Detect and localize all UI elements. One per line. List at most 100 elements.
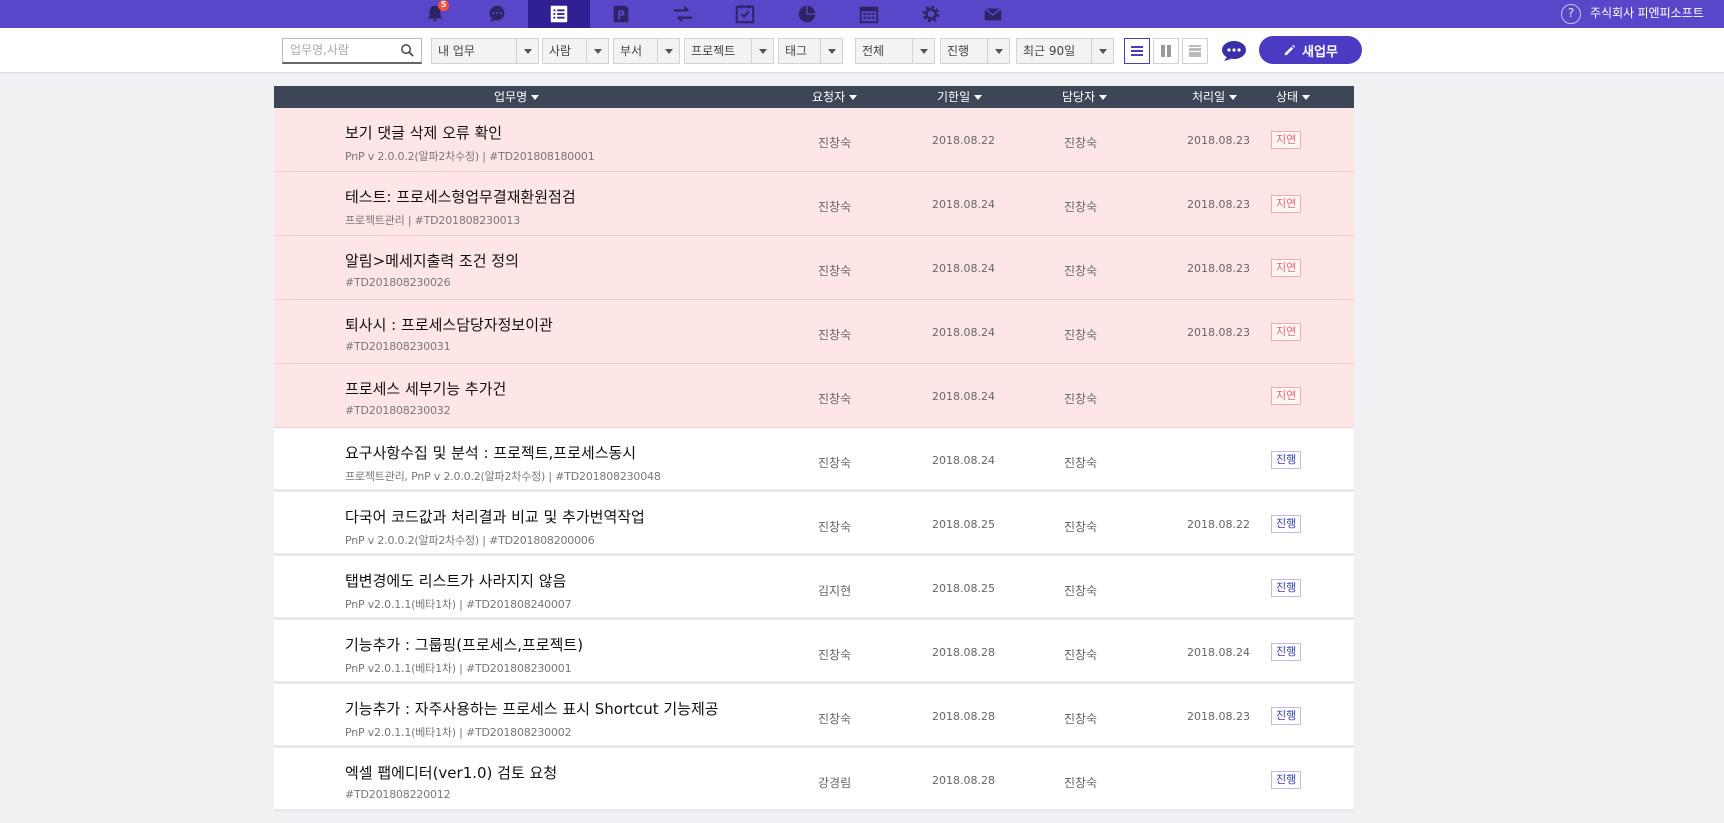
calendar-view-icon xyxy=(1189,45,1201,57)
status-badge: 지연 xyxy=(1271,323,1302,341)
chevron-down-icon xyxy=(987,39,1009,63)
calendar-view-button[interactable] xyxy=(1182,38,1208,64)
top-nav-bar: 5 ? 주식회사 피엔피소프트 xyxy=(0,0,1724,28)
task-title[interactable]: 프로세스 세부기능 추가건 xyxy=(345,378,506,399)
table-row[interactable]: 탭변경에도 리스트가 사라지지 않음 PnP v2.0.1.1(베타1차) | #… xyxy=(274,556,1354,620)
owner-cell: 진창숙 xyxy=(1064,584,1098,598)
chevron-down-icon xyxy=(751,39,773,63)
done-date-cell: 2018.08.23 xyxy=(1187,710,1250,723)
tag-dropdown[interactable]: 태그 xyxy=(778,38,843,64)
period-dropdown[interactable]: 최근 90일 xyxy=(1016,38,1114,64)
due-date-cell: 2018.08.25 xyxy=(932,518,995,531)
scope-dropdown[interactable]: 내 업무 xyxy=(431,38,539,64)
task-subinfo: 프로젝트관리, PnP v 2.0.0.2(알파2차수정) | #TD20180… xyxy=(345,470,661,483)
task-title[interactable]: 퇴사시 : 프로세스담당자정보이관 xyxy=(345,314,553,335)
column-view-icon xyxy=(1161,45,1171,57)
header-requester[interactable]: 요청자 xyxy=(812,86,857,108)
task-title[interactable]: 요구사항수집 및 분석 : 프로젝트,프로세스동시 xyxy=(345,442,636,463)
chevron-down-icon xyxy=(820,39,842,63)
all-filter-dropdown[interactable]: 전체 xyxy=(855,38,935,64)
done-date-cell: 2018.08.23 xyxy=(1187,326,1250,339)
header-done-date[interactable]: 처리일 xyxy=(1192,86,1237,108)
task-table: 업무명 요청자 기한일 담당자 처리일 상태 보기 댓글 삭제 오류 확인 PnP… xyxy=(274,86,1354,812)
requester-cell: 진창숙 xyxy=(818,392,852,406)
task-title[interactable]: 탭변경에도 리스트가 사라지지 않음 xyxy=(345,570,566,591)
project-dropdown[interactable]: 프로젝트 xyxy=(684,38,774,64)
department-dropdown[interactable]: 부서 xyxy=(613,38,680,64)
table-row[interactable]: 엑셀 팹에디터(ver1.0) 검토 요청 #TD201808220012 강경림 2… xyxy=(274,748,1354,812)
search-icon[interactable] xyxy=(400,43,415,58)
owner-cell: 진창숙 xyxy=(1064,328,1098,342)
status-badge: 진행 xyxy=(1271,707,1302,725)
table-row[interactable]: 퇴사시 : 프로세스담당자정보이관 #TD201808230031 진창숙 2018.… xyxy=(274,300,1354,364)
owner-cell: 진창숙 xyxy=(1064,648,1098,662)
due-date-cell: 2018.08.24 xyxy=(932,262,995,275)
mail-icon[interactable] xyxy=(962,0,1024,28)
task-title[interactable]: 보기 댓글 삭제 오류 확인 xyxy=(345,122,502,143)
chevron-down-icon xyxy=(912,39,934,63)
owner-cell: 진창숙 xyxy=(1064,264,1098,278)
task-subinfo: #TD201808230031 xyxy=(345,340,451,353)
table-row[interactable]: 보기 댓글 삭제 오류 확인 PnP v 2.0.0.2(알파2차수정) | #T… xyxy=(274,108,1354,172)
settings-gear-icon[interactable] xyxy=(900,0,962,28)
filter-toolbar: 내 업무 사람 부서 프로젝트 태그 전체 진행 최근 90일 새업무 xyxy=(0,28,1724,73)
table-row[interactable]: 알림>메세지출력 조건 정의 #TD201808230026 진창숙 2018.08.… xyxy=(274,236,1354,300)
header-status[interactable]: 상태 xyxy=(1276,86,1310,108)
checkbox-icon[interactable] xyxy=(714,0,776,28)
calendar-icon[interactable] xyxy=(838,0,900,28)
project-p-icon[interactable] xyxy=(590,0,652,28)
requester-cell: 진창숙 xyxy=(818,456,852,470)
header-task-name[interactable]: 업무명 xyxy=(494,86,539,108)
person-dropdown[interactable]: 사람 xyxy=(542,38,609,64)
owner-cell: 진창숙 xyxy=(1064,200,1098,214)
task-title[interactable]: 알림>메세지출력 조건 정의 xyxy=(345,250,519,271)
search-input[interactable] xyxy=(290,39,400,61)
notification-bell-icon[interactable]: 5 xyxy=(404,0,466,28)
transfer-arrows-icon[interactable] xyxy=(652,0,714,28)
header-due-date[interactable]: 기한일 xyxy=(937,86,982,108)
owner-cell: 진창숙 xyxy=(1064,136,1098,150)
task-subinfo: #TD201808230032 xyxy=(345,404,451,417)
help-icon[interactable]: ? xyxy=(1561,4,1581,24)
due-date-cell: 2018.08.24 xyxy=(932,454,995,467)
status-badge: 지연 xyxy=(1271,131,1302,149)
due-date-cell: 2018.08.24 xyxy=(932,198,995,211)
table-header: 업무명 요청자 기한일 담당자 처리일 상태 xyxy=(274,86,1354,108)
due-date-cell: 2018.08.22 xyxy=(932,134,995,147)
task-title[interactable]: 엑셀 팹에디터(ver1.0) 검토 요청 xyxy=(345,762,557,783)
table-row[interactable]: 테스트: 프로세스형업무결재환원점검 프로젝트관리 | #TD2018082300… xyxy=(274,172,1354,236)
state-dropdown[interactable]: 진행 xyxy=(940,38,1010,64)
new-task-button[interactable]: 새업무 xyxy=(1259,36,1362,64)
done-date-cell: 2018.08.22 xyxy=(1187,518,1250,531)
task-subinfo: PnP v2.0.1.1(베타1차) | #TD201808230002 xyxy=(345,726,572,739)
table-row[interactable]: 프로세스 세부기능 추가건 #TD201808230032 진창숙 2018.08.2… xyxy=(274,364,1354,428)
header-owner[interactable]: 담당자 xyxy=(1062,86,1107,108)
task-subinfo: PnP v2.0.1.1(베타1차) | #TD201808230001 xyxy=(345,662,572,675)
chat-bubble-icon[interactable] xyxy=(466,0,528,28)
task-title[interactable]: 다국어 코드값과 처리결과 비교 및 추가번역작업 xyxy=(345,506,645,527)
due-date-cell: 2018.08.28 xyxy=(932,710,995,723)
table-row[interactable]: 기능추가 : 자주사용하는 프로세스 표시 Shortcut 기능제공 PnP v… xyxy=(274,684,1354,748)
pencil-icon xyxy=(1284,44,1296,55)
messenger-chat-icon[interactable] xyxy=(1221,40,1247,62)
task-subinfo: PnP v 2.0.0.2(알파2차수정) | #TD201808200006 xyxy=(345,534,595,547)
task-title[interactable]: 테스트: 프로세스형업무결재환원점검 xyxy=(345,186,576,207)
due-date-cell: 2018.08.28 xyxy=(932,646,995,659)
search-box xyxy=(282,38,422,64)
table-row[interactable]: 다국어 코드값과 처리결과 비교 및 추가번역작업 PnP v 2.0.0.2(알… xyxy=(274,492,1354,556)
task-list-icon[interactable] xyxy=(528,0,590,28)
owner-cell: 진창숙 xyxy=(1064,712,1098,726)
list-view-button[interactable] xyxy=(1124,38,1150,64)
company-name[interactable]: 주식회사 피엔피소프트 xyxy=(1590,0,1704,28)
requester-cell: 진창숙 xyxy=(818,328,852,342)
task-subinfo: #TD201808230026 xyxy=(345,276,451,289)
column-view-button[interactable] xyxy=(1153,38,1179,64)
done-date-cell: 2018.08.23 xyxy=(1187,262,1250,275)
owner-cell: 진창숙 xyxy=(1064,392,1098,406)
task-title[interactable]: 기능추가 : 자주사용하는 프로세스 표시 Shortcut 기능제공 xyxy=(345,698,719,719)
done-date-cell: 2018.08.23 xyxy=(1187,134,1250,147)
table-row[interactable]: 요구사항수집 및 분석 : 프로젝트,프로세스동시프로젝트관리, PnP v 2… xyxy=(274,428,1354,492)
table-row[interactable]: 기능추가 : 그룹핑(프로세스,프로젝트) PnP v2.0.1.1(베타1차) … xyxy=(274,620,1354,684)
pie-chart-icon[interactable] xyxy=(776,0,838,28)
task-title[interactable]: 기능추가 : 그룹핑(프로세스,프로젝트) xyxy=(345,634,583,655)
